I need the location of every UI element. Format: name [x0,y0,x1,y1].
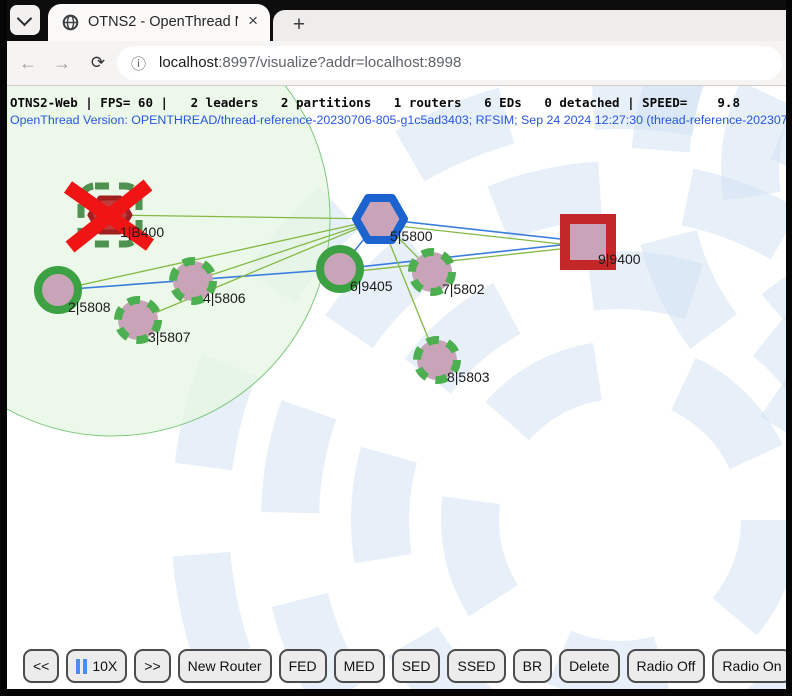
toolbar-button-radio-off[interactable]: Radio Off [627,649,706,683]
toolbar-button-label: Delete [569,658,609,674]
toolbar-button--[interactable]: >> [134,649,170,683]
node-label-6: 6|9405 [350,278,393,294]
screenshot-root: OTNS2 - OpenThread Ne × + ← → ⟳ ⓘ localh… [0,0,792,696]
link-6-9 [340,242,588,269]
otns-visualization-canvas[interactable]: 1|B400 2|5808 3|5807 4|5806 5|5800 6|9405 7|58… [7,86,786,689]
forward-icon[interactable]: → [49,50,75,76]
toolbar-button-10x[interactable]: 10X [66,649,127,683]
node-label-3: 3|5807 [148,329,191,345]
toolbar-button-med[interactable]: MED [334,649,385,683]
node-label-7: 7|5802 [442,281,485,297]
toolbar-button-new-router[interactable]: New Router [178,649,272,683]
toolbar-button-fed[interactable]: FED [279,649,327,683]
toolbar-button-ssed[interactable]: SSED [447,649,505,683]
simulation-toolbar: << 10X >> New Router FED MED SED SSED BR Delete Ra… [23,648,786,684]
toolbar-button-label: << [33,658,49,674]
toolbar-button-label: FED [289,658,317,674]
radio-range-circle [7,86,330,436]
toolbar-button-label: MED [344,658,375,674]
toolbar-button-label: Radio Off [637,658,696,674]
url-path: :8997/visualize?addr=localhost:8998 [218,54,461,71]
toolbar-button-label: 10X [92,658,117,674]
tab-close-icon[interactable]: × [248,11,258,31]
node-label-4: 4|5806 [203,290,246,306]
tab-title: OTNS2 - OpenThread Ne [88,14,238,30]
new-tab-button[interactable]: + [285,12,313,40]
tab-active[interactable]: OTNS2 - OpenThread Ne × [48,4,270,41]
toolbar-button-delete[interactable]: Delete [559,649,619,683]
browser-window: OTNS2 - OpenThread Ne × + ← → ⟳ ⓘ localh… [7,0,786,689]
reload-icon[interactable]: ⟳ [85,50,111,76]
toolbar-button-radio-on[interactable]: Radio On [712,649,786,683]
toolbar-button-sed[interactable]: SED [392,649,441,683]
back-icon[interactable]: ← [15,50,41,76]
site-info-icon[interactable]: ⓘ [131,53,146,74]
toolbar-button-br[interactable]: BR [513,649,552,683]
node-label-8: 8|5803 [447,369,490,385]
simulation-status-bar: OTNS2-Web | FPS= 60 | 2 leaders 2 partit… [10,95,740,110]
tab-search-button[interactable] [10,5,40,35]
globe-icon [62,14,79,31]
toolbar-button-label: New Router [188,658,262,674]
node-label-2: 2|5808 [68,299,111,315]
node-label-5: 5|5800 [390,228,433,244]
toolbar-button--[interactable]: << [23,649,59,683]
pause-icon [76,659,87,674]
url-text: localhost:8997/visualize?addr=localhost:… [159,54,461,71]
background-watermark-arc [470,370,770,670]
toolbar-button-label: Radio On [722,658,781,674]
chevron-down-icon [17,11,33,27]
openthread-version-text: OpenThread Version: OPENTHREAD/thread-re… [10,113,786,127]
node-label-1: 1|B400 [120,224,164,240]
tab-strip: OTNS2 - OpenThread Ne × + [7,0,786,41]
toolbar-button-label: SED [402,658,431,674]
url-host: localhost [159,54,218,71]
node-label-9: 9|9400 [598,251,641,267]
address-bar[interactable]: ⓘ localhost:8997/visualize?addr=localhos… [117,46,782,80]
browser-toolbar: ← → ⟳ ⓘ localhost:8997/visualize?addr=lo… [7,41,786,86]
tab-strip-well [273,10,786,41]
network-graph: 1|B400 2|5808 3|5807 4|5806 5|5800 6|9405 7|58… [7,86,786,689]
toolbar-button-label: SSED [457,658,495,674]
toolbar-button-label: >> [144,658,160,674]
toolbar-button-label: BR [523,658,542,674]
